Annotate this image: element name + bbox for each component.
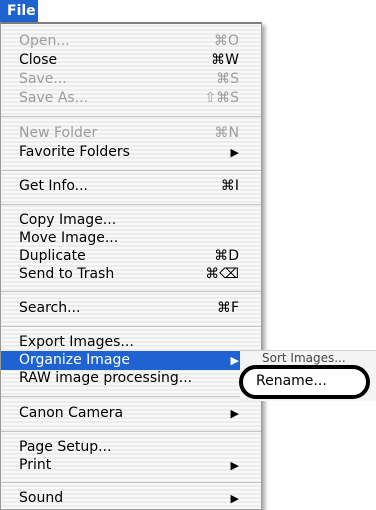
menu-item-export-images[interactable]: Export Images... (1, 333, 261, 352)
menu-item-label: Sort Images... (262, 351, 346, 365)
shortcut-text: ⌘F (216, 300, 239, 316)
menu-separator (1, 482, 261, 483)
menu-item-label: Duplicate (19, 248, 86, 264)
menu-item-label: Export Images... (19, 334, 134, 350)
menu-item-send-to-trash[interactable]: Send to Trash ⌘⌫ (1, 265, 261, 284)
menu-separator (1, 170, 261, 171)
menu-item-print[interactable]: Print ▶ (1, 456, 261, 475)
menu-separator (1, 326, 261, 327)
menu-item-label: Canon Camera (19, 405, 124, 421)
shortcut-text: ⌘D (214, 248, 239, 264)
menu-item-close[interactable]: Close ⌘W (1, 51, 261, 70)
menu-item-raw-image-processing[interactable]: RAW image processing... (1, 369, 261, 388)
menu-item-label: Send to Trash (19, 266, 115, 282)
menu-item-sound[interactable]: Sound ▶ (1, 489, 261, 508)
shortcut-text: ⌘⌫ (205, 266, 239, 282)
menu-item-label: Close (19, 52, 58, 68)
menu-item-label: Save... (19, 71, 67, 87)
menu-item-search[interactable]: Search... ⌘F (1, 299, 261, 318)
menu-separator (1, 431, 261, 432)
submenu-arrow-icon: ▶ (230, 354, 239, 367)
menu-item-move-image[interactable]: Move Image... (1, 229, 261, 248)
menu-item-canon-camera[interactable]: Canon Camera ▶ (1, 404, 261, 423)
menu-item-get-info[interactable]: Get Info... ⌘I (1, 177, 261, 196)
submenu-arrow-icon: ▶ (230, 492, 239, 505)
menu-separator (1, 204, 261, 205)
menu-item-label: Get Info... (19, 178, 89, 194)
submenu-item-sort-images-clipped[interactable]: Sort Images... (262, 351, 372, 365)
menu-item-new-folder[interactable]: New Folder ⌘N (1, 124, 261, 143)
submenu-arrow-icon: ▶ (230, 407, 239, 420)
menu-item-label: RAW image processing... (19, 370, 193, 386)
menu-item-label: Rename... (256, 373, 327, 389)
shortcut-text: ⌘O (213, 33, 239, 49)
shortcut-text: ⌘N (214, 125, 239, 141)
menu-item-label: Search... (19, 300, 81, 316)
menu-item-open[interactable]: Open... ⌘O (1, 32, 261, 51)
shortcut-text: ⌘W (211, 52, 239, 68)
menu-item-label: Print (19, 457, 52, 473)
menu-item-label: Open... (19, 33, 70, 49)
menu-item-label: Page Setup... (19, 439, 112, 455)
submenu-arrow-icon: ▶ (230, 459, 239, 472)
menu-item-save[interactable]: Save... ⌘S (1, 70, 261, 89)
menu-item-label: Favorite Folders (19, 144, 130, 160)
menu-separator (1, 116, 261, 117)
menu-item-label: New Folder (19, 125, 98, 141)
menu-item-duplicate[interactable]: Duplicate ⌘D (1, 247, 261, 266)
submenu-item-rename[interactable]: Rename... (256, 372, 327, 391)
file-menu: Open... ⌘O Close ⌘W Save... ⌘S Save As..… (0, 22, 262, 510)
menu-item-save-as[interactable]: Save As... ⇧⌘S (1, 89, 261, 108)
menu-item-label: Save As... (19, 90, 89, 106)
shortcut-text: ⇧⌘S (204, 90, 239, 106)
shortcut-text: ⌘I (220, 178, 239, 194)
menu-item-label: Copy Image... (19, 212, 117, 228)
menu-item-organize-image[interactable]: Organize Image ▶ (1, 351, 261, 370)
menu-separator (1, 291, 261, 292)
menu-item-page-setup[interactable]: Page Setup... (1, 438, 261, 457)
menu-item-label: Sound (19, 490, 64, 506)
menu-item-label: Move Image... (19, 230, 119, 246)
menu-separator (1, 396, 261, 397)
shortcut-text: ⌘S (216, 71, 239, 87)
menu-item-copy-image[interactable]: Copy Image... (1, 211, 261, 230)
file-menu-title[interactable]: File (0, 0, 38, 22)
menu-item-label: Organize Image (19, 352, 131, 368)
submenu-arrow-icon: ▶ (230, 146, 239, 159)
menu-item-favorite-folders[interactable]: Favorite Folders ▶ (1, 143, 261, 162)
